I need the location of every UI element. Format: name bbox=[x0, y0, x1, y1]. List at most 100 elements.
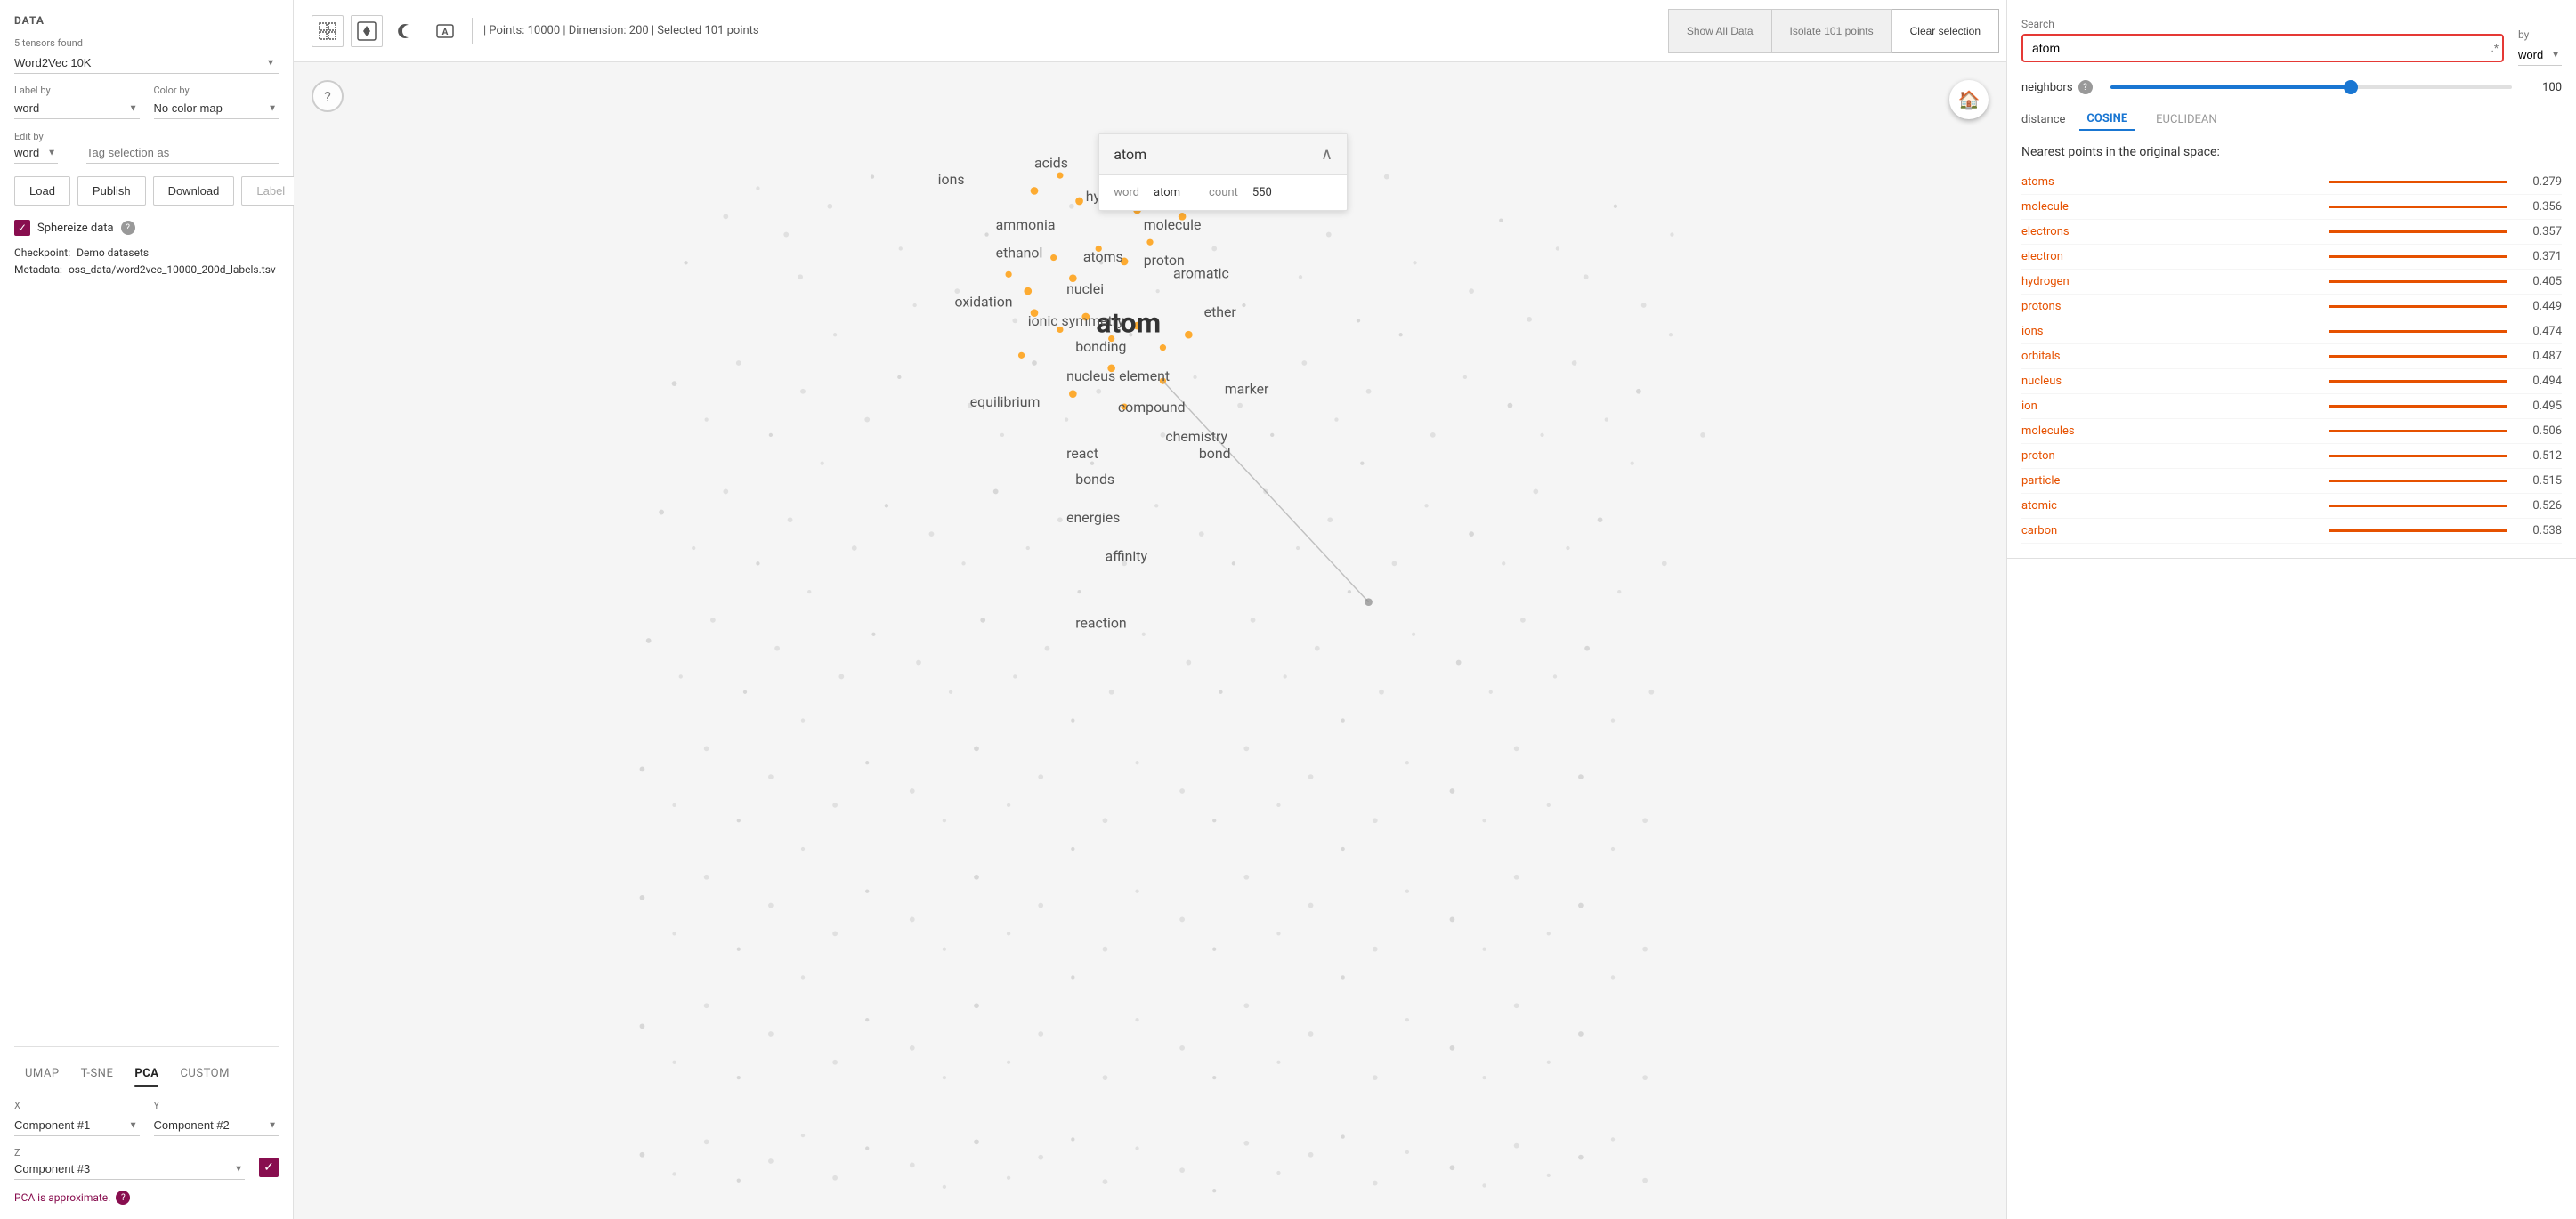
distance-euclidean[interactable]: EUCLIDEAN bbox=[2149, 109, 2224, 130]
nearest-point-name[interactable]: nucleus bbox=[2021, 375, 2318, 388]
label-by-select[interactable]: word bbox=[14, 98, 140, 119]
tab-pca[interactable]: PCA bbox=[124, 1062, 169, 1086]
nearest-point-name[interactable]: carbon bbox=[2021, 524, 2318, 537]
sphereize-label: Sphereize data bbox=[37, 222, 114, 235]
word-label-bond: bond bbox=[1199, 445, 1231, 462]
color-by-select-wrap[interactable]: No color map ▼ bbox=[154, 98, 279, 119]
help-button[interactable]: ? bbox=[312, 80, 344, 112]
y-component-select[interactable]: Component #2 bbox=[154, 1115, 279, 1136]
search-field-container: Search .* bbox=[2021, 18, 2504, 62]
tag-selection-input[interactable] bbox=[86, 142, 279, 164]
word-label-bonding: bonding bbox=[1075, 338, 1126, 355]
tab-custom[interactable]: CUSTOM bbox=[169, 1062, 239, 1086]
right-panel: Search .* by word ▼ bbox=[2006, 0, 2576, 1219]
search-row: Search .* by word ▼ bbox=[2021, 14, 2562, 66]
word-label-compound: compound bbox=[1118, 399, 1186, 416]
atom-panel-header: atom ∧ bbox=[1099, 134, 1347, 175]
regex-button[interactable]: .* bbox=[2491, 42, 2499, 54]
z-chevron: ▼ bbox=[234, 1165, 243, 1175]
slider-wrap[interactable] bbox=[2103, 85, 2519, 89]
slider-thumb[interactable] bbox=[2344, 80, 2358, 94]
crescent-icon[interactable] bbox=[390, 15, 422, 47]
label-icon[interactable]: A bbox=[429, 15, 461, 47]
by-container: by word ▼ bbox=[2518, 28, 2562, 66]
sphereize-row: ✓ Sphereize data ? bbox=[14, 220, 279, 236]
axis-selects: Component #1 ▼ Component #2 ▼ bbox=[14, 1115, 279, 1136]
z-component-select[interactable]: Component #3 bbox=[14, 1158, 245, 1180]
checkpoint-label: Checkpoint: bbox=[14, 246, 70, 259]
tensor-select-wrapper[interactable]: Word2Vec 10K ▼ bbox=[14, 52, 279, 74]
search-input[interactable] bbox=[2032, 41, 2474, 55]
sphereize-checkbox[interactable]: ✓ bbox=[14, 220, 30, 236]
nearest-point-name[interactable]: molecules bbox=[2021, 424, 2318, 438]
tensor-select[interactable]: Word2Vec 10K bbox=[14, 52, 279, 74]
search-field-wrap: .* bbox=[2021, 34, 2504, 62]
z-axis-label: Z bbox=[14, 1147, 245, 1158]
word-label-marker: marker bbox=[1225, 381, 1269, 398]
download-button[interactable]: Download bbox=[153, 176, 235, 206]
slider-track bbox=[2110, 85, 2512, 89]
checkpoint-row: Checkpoint: Demo datasets bbox=[14, 246, 279, 259]
word-label-atoms: atoms bbox=[1083, 248, 1123, 265]
nearest-point-value: 0.357 bbox=[2517, 225, 2562, 238]
word-label-react: react bbox=[1066, 445, 1098, 462]
neighbors-value: 100 bbox=[2530, 81, 2562, 94]
isolate-button[interactable]: Isolate 101 points bbox=[1772, 9, 1892, 53]
nearest-point-name[interactable]: electron bbox=[2021, 250, 2318, 263]
nearest-point-item: ions0.474 bbox=[2021, 319, 2562, 344]
tab-tsne[interactable]: T-SNE bbox=[70, 1062, 125, 1086]
publish-button[interactable]: Publish bbox=[77, 176, 146, 206]
nearest-point-name[interactable]: atoms bbox=[2021, 175, 2318, 189]
nearest-point-name[interactable]: orbitals bbox=[2021, 350, 2318, 363]
toolbar-icons: A | Points: 10000 | Dimension: 200 | Sel… bbox=[312, 15, 759, 47]
label-button[interactable]: Label bbox=[241, 176, 300, 206]
nearest-point-name[interactable]: proton bbox=[2021, 449, 2318, 463]
home-button[interactable]: 🏠 bbox=[1949, 80, 1989, 119]
x-select-wrap[interactable]: Component #1 ▼ bbox=[14, 1115, 140, 1136]
word-label-chemistry: chemistry bbox=[1165, 428, 1227, 445]
neighbors-text: neighbors bbox=[2021, 81, 2073, 94]
nearest-point-bar bbox=[2329, 405, 2507, 408]
sphereize-help-icon[interactable]: ? bbox=[121, 221, 135, 235]
y-select-wrap[interactable]: Component #2 ▼ bbox=[154, 1115, 279, 1136]
atom-panel-close-icon[interactable]: ∧ bbox=[1321, 145, 1333, 164]
z-select-wrap[interactable]: Component #3 ▼ bbox=[14, 1158, 245, 1180]
selection-icon[interactable] bbox=[312, 15, 344, 47]
nearest-point-item: electron0.371 bbox=[2021, 245, 2562, 270]
nearest-point-bar bbox=[2329, 330, 2507, 333]
neighbors-help-icon[interactable]: ? bbox=[2078, 80, 2093, 94]
point-cloud-visualization[interactable]: ions acids hydrogen helium ammonia molec… bbox=[294, 62, 2006, 1219]
word-label-nucleus-element: nucleus element bbox=[1066, 367, 1170, 384]
word-label-oxidation: oxidation bbox=[954, 293, 1012, 310]
nearest-point-name[interactable]: atomic bbox=[2021, 499, 2318, 513]
label-by-select-wrap[interactable]: word ▼ bbox=[14, 98, 140, 119]
show-all-button[interactable]: Show All Data bbox=[1668, 9, 1772, 53]
y-axis-label: Y bbox=[154, 1100, 279, 1111]
z-check-icon: ✓ bbox=[263, 1160, 274, 1175]
nearest-point-name[interactable]: ions bbox=[2021, 325, 2318, 338]
x-component-select[interactable]: Component #1 bbox=[14, 1115, 140, 1136]
distance-cosine[interactable]: COSINE bbox=[2079, 109, 2135, 131]
load-button[interactable]: Load bbox=[14, 176, 70, 206]
night-mode-icon[interactable] bbox=[351, 15, 383, 47]
pca-help-icon[interactable]: ? bbox=[116, 1191, 130, 1205]
edit-by-select-wrap[interactable]: word ▼ bbox=[14, 142, 58, 164]
nearest-point-value: 0.526 bbox=[2517, 499, 2562, 513]
nearest-point-name[interactable]: hydrogen bbox=[2021, 275, 2318, 288]
nearest-point-name[interactable]: molecule bbox=[2021, 200, 2318, 214]
x-chevron: ▼ bbox=[129, 1121, 138, 1131]
nearest-point-name[interactable]: electrons bbox=[2021, 225, 2318, 238]
clear-selection-button[interactable]: Clear selection bbox=[1892, 9, 1999, 53]
nearest-point-name[interactable]: protons bbox=[2021, 300, 2318, 313]
sidebar: DATA 5 tensors found Word2Vec 10K ▼ Labe… bbox=[0, 0, 294, 1219]
color-by-select[interactable]: No color map bbox=[154, 98, 279, 119]
nearest-point-name[interactable]: particle bbox=[2021, 474, 2318, 488]
z-checkbox[interactable]: ✓ bbox=[259, 1158, 279, 1177]
nearest-point-value: 0.356 bbox=[2517, 200, 2562, 214]
tab-umap[interactable]: UMAP bbox=[14, 1062, 70, 1086]
word-label-affinity: affinity bbox=[1105, 547, 1147, 564]
neighbors-row: neighbors ? 100 bbox=[2021, 80, 2562, 94]
by-select-wrap[interactable]: word ▼ bbox=[2518, 44, 2562, 66]
nearest-point-name[interactable]: ion bbox=[2021, 400, 2318, 413]
x-axis-label: X bbox=[14, 1100, 140, 1111]
